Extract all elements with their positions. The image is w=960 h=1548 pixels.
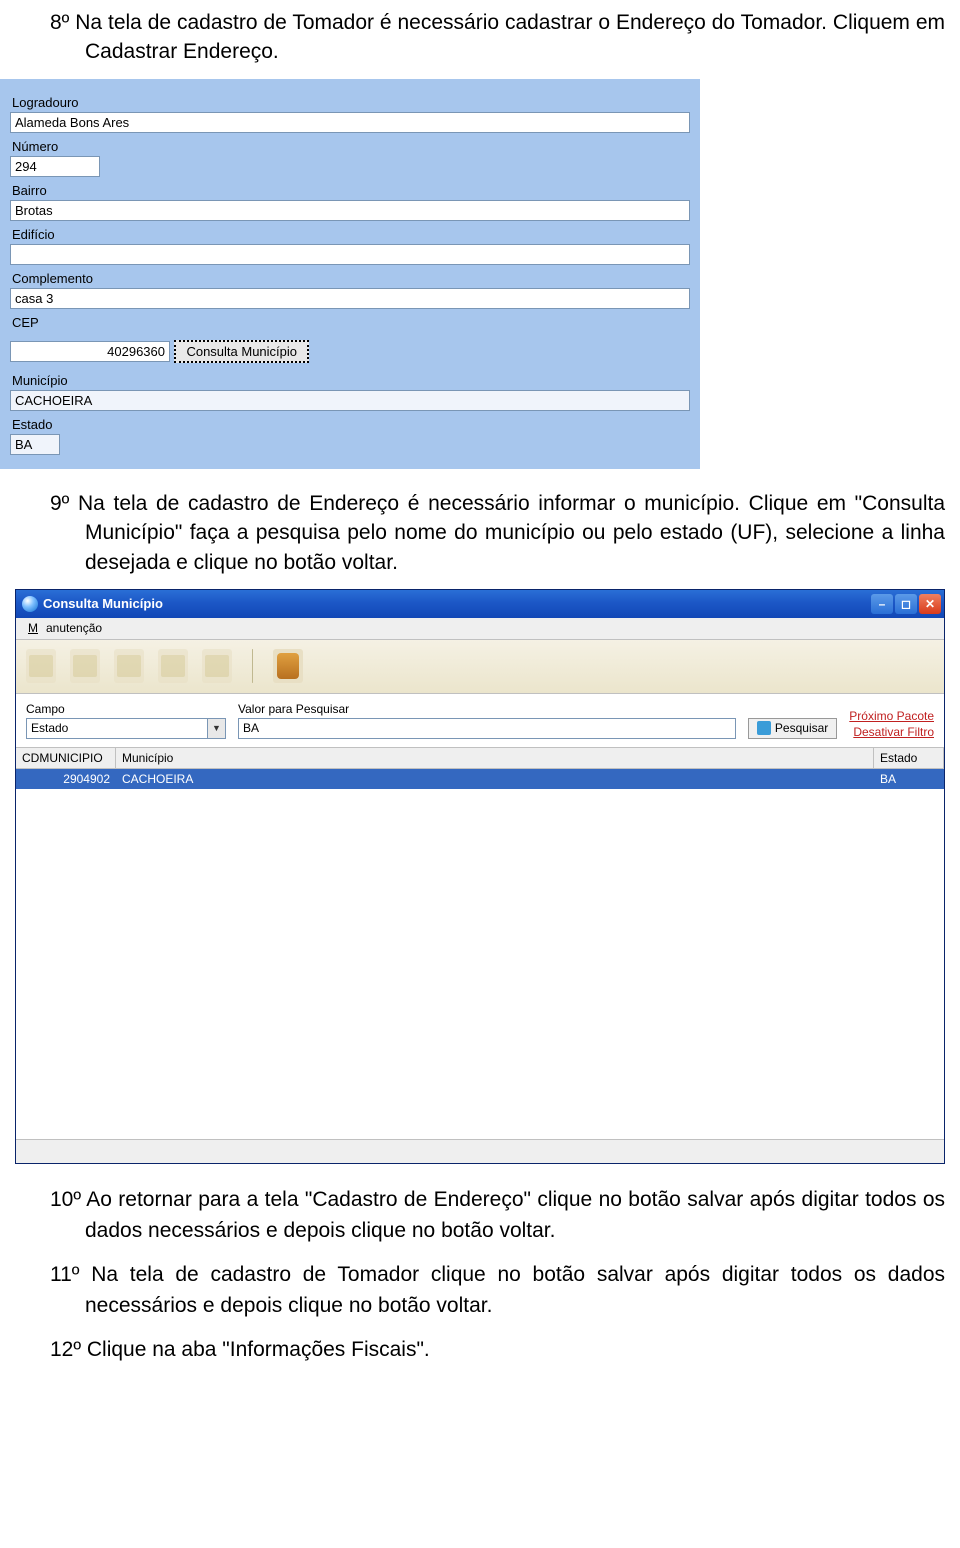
address-form-panel: Logradouro Número Bairro Edifício Comple… <box>0 79 700 469</box>
campo-dropdown-icon[interactable]: ▼ <box>208 718 226 739</box>
label-estado: Estado <box>12 417 690 432</box>
app-icon <box>22 596 38 612</box>
consulta-municipio-window: Consulta Município – ◻ ✕ Manutenção Camp… <box>15 589 945 1164</box>
menubar: Manutenção <box>16 618 944 640</box>
link-proximo-pacote[interactable]: Próximo Pacote <box>849 709 934 723</box>
label-bairro: Bairro <box>12 183 690 198</box>
instruction-12: 12º Clique na aba "Informações Fiscais". <box>50 1334 945 1366</box>
input-numero[interactable] <box>10 156 100 177</box>
col-cdmunicipio[interactable]: CDMUNICIPIO <box>16 748 116 768</box>
result-grid: CDMUNICIPIO Município Estado 2904902 CAC… <box>16 748 944 1163</box>
toolbar <box>16 640 944 694</box>
consulta-municipio-button[interactable]: Consulta Município <box>174 340 309 363</box>
pesquisar-label: Pesquisar <box>775 721 828 735</box>
campo-combo[interactable] <box>26 718 208 739</box>
label-numero: Número <box>12 139 690 154</box>
search-row: Campo ▼ Valor para Pesquisar Pesquisar P… <box>16 694 944 748</box>
maximize-button[interactable]: ◻ <box>895 594 917 614</box>
input-logradouro[interactable] <box>10 112 690 133</box>
label-cep: CEP <box>12 315 690 330</box>
input-edificio[interactable] <box>10 244 690 265</box>
toolbar-separator <box>252 649 253 683</box>
final-instructions: 10º Ao retornar para a tela "Cadastro de… <box>0 1184 960 1366</box>
toolbar-icon-2[interactable] <box>70 649 100 683</box>
toolbar-icon-3[interactable] <box>114 649 144 683</box>
minimize-button[interactable]: – <box>871 594 893 614</box>
input-complemento[interactable] <box>10 288 690 309</box>
label-edificio: Edifício <box>12 227 690 242</box>
table-row[interactable]: 2904902 CACHOEIRA BA <box>16 769 944 789</box>
input-cep[interactable] <box>10 341 170 362</box>
label-valor: Valor para Pesquisar <box>238 702 736 716</box>
input-municipio <box>10 390 690 411</box>
input-bairro[interactable] <box>10 200 690 221</box>
col-municipio[interactable]: Município <box>116 748 874 768</box>
label-complemento: Complemento <box>12 271 690 286</box>
cell-code: 2904902 <box>16 769 116 789</box>
col-estado[interactable]: Estado <box>874 748 944 768</box>
pesquisar-button[interactable]: Pesquisar <box>748 718 837 739</box>
grid-footer <box>16 1139 944 1163</box>
grid-body[interactable]: 2904902 CACHOEIRA BA <box>16 769 944 1139</box>
valor-pesquisar-input[interactable] <box>238 718 736 739</box>
instruction-8: 8º Na tela de cadastro de Tomador é nece… <box>50 8 945 67</box>
cell-state: BA <box>874 769 944 789</box>
link-desativar-filtro[interactable]: Desativar Filtro <box>853 725 934 739</box>
input-estado <box>10 434 60 455</box>
titlebar: Consulta Município – ◻ ✕ <box>16 590 944 618</box>
instruction-10: 10º Ao retornar para a tela "Cadastro de… <box>50 1184 945 1247</box>
instruction-11: 11º Na tela de cadastro de Tomador cliqu… <box>50 1259 945 1322</box>
label-logradouro: Logradouro <box>12 95 690 110</box>
toolbar-icon-1[interactable] <box>26 649 56 683</box>
label-municipio: Município <box>12 373 690 388</box>
toolbar-db-icon[interactable] <box>273 649 303 683</box>
window-title: Consulta Município <box>43 596 871 611</box>
search-icon <box>757 721 771 735</box>
menu-manutencao[interactable]: Manutenção <box>20 618 118 638</box>
label-campo: Campo <box>26 702 226 716</box>
grid-header: CDMUNICIPIO Município Estado <box>16 748 944 769</box>
toolbar-icon-4[interactable] <box>158 649 188 683</box>
instruction-9: 9º Na tela de cadastro de Endereço é nec… <box>50 489 945 577</box>
toolbar-icon-5[interactable] <box>202 649 232 683</box>
cell-name: CACHOEIRA <box>116 769 874 789</box>
close-button[interactable]: ✕ <box>919 594 941 614</box>
